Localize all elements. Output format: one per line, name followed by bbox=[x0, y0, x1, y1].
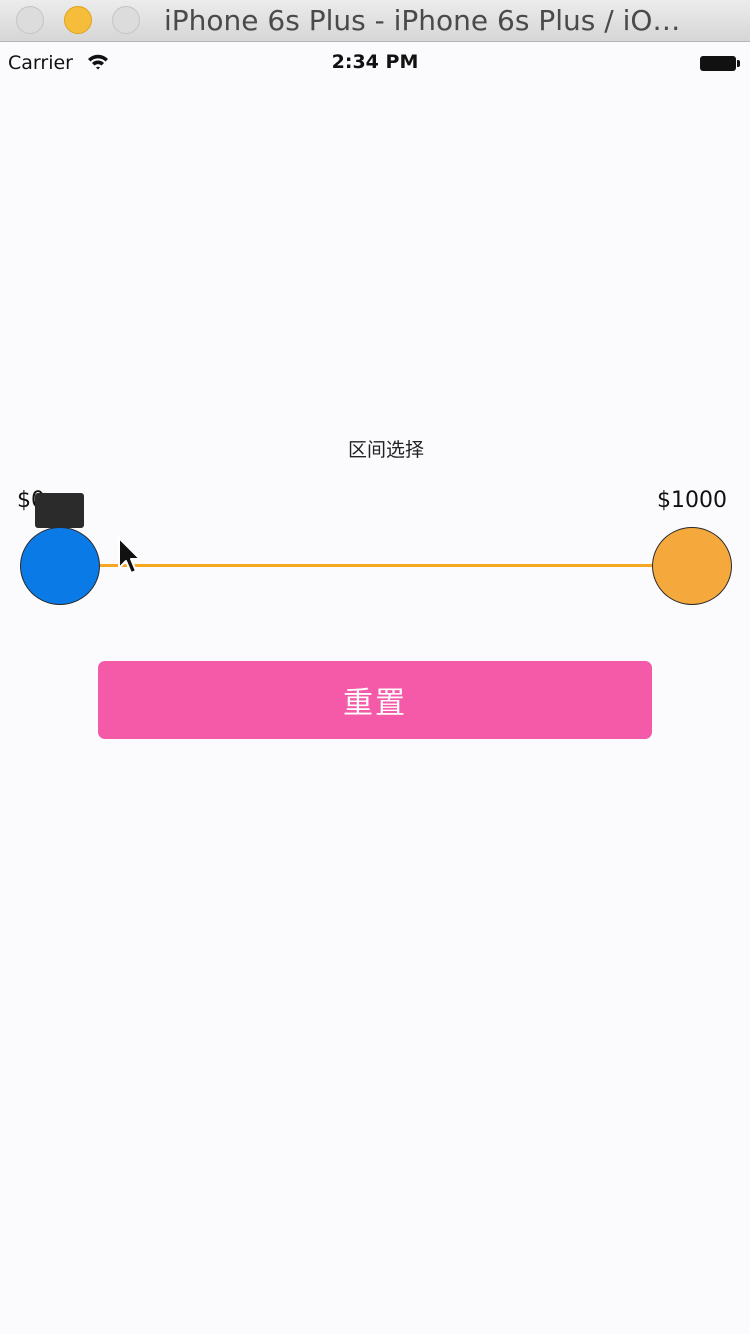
drag-tooltip bbox=[35, 493, 84, 528]
mouse-cursor-icon bbox=[118, 537, 141, 574]
max-value-label: $1000 bbox=[657, 488, 727, 513]
range-max-thumb[interactable] bbox=[652, 527, 732, 605]
battery-icon bbox=[700, 56, 740, 71]
window-minimize-button[interactable] bbox=[64, 6, 92, 34]
simulator-title-bar: iPhone 6s Plus - iPhone 6s Plus / iO… bbox=[0, 0, 750, 42]
range-slider-track[interactable] bbox=[60, 564, 692, 567]
status-time: 2:34 PM bbox=[331, 51, 419, 73]
window-close-button[interactable] bbox=[16, 6, 44, 34]
window-zoom-button[interactable] bbox=[112, 6, 140, 34]
range-selector-title: 区间选择 bbox=[347, 439, 424, 461]
status-bar: Carrier 2:34 PM bbox=[0, 43, 750, 83]
window-title: iPhone 6s Plus - iPhone 6s Plus / iO… bbox=[164, 4, 681, 37]
reset-button[interactable]: 重置 bbox=[98, 661, 652, 739]
range-min-thumb[interactable] bbox=[20, 527, 100, 605]
